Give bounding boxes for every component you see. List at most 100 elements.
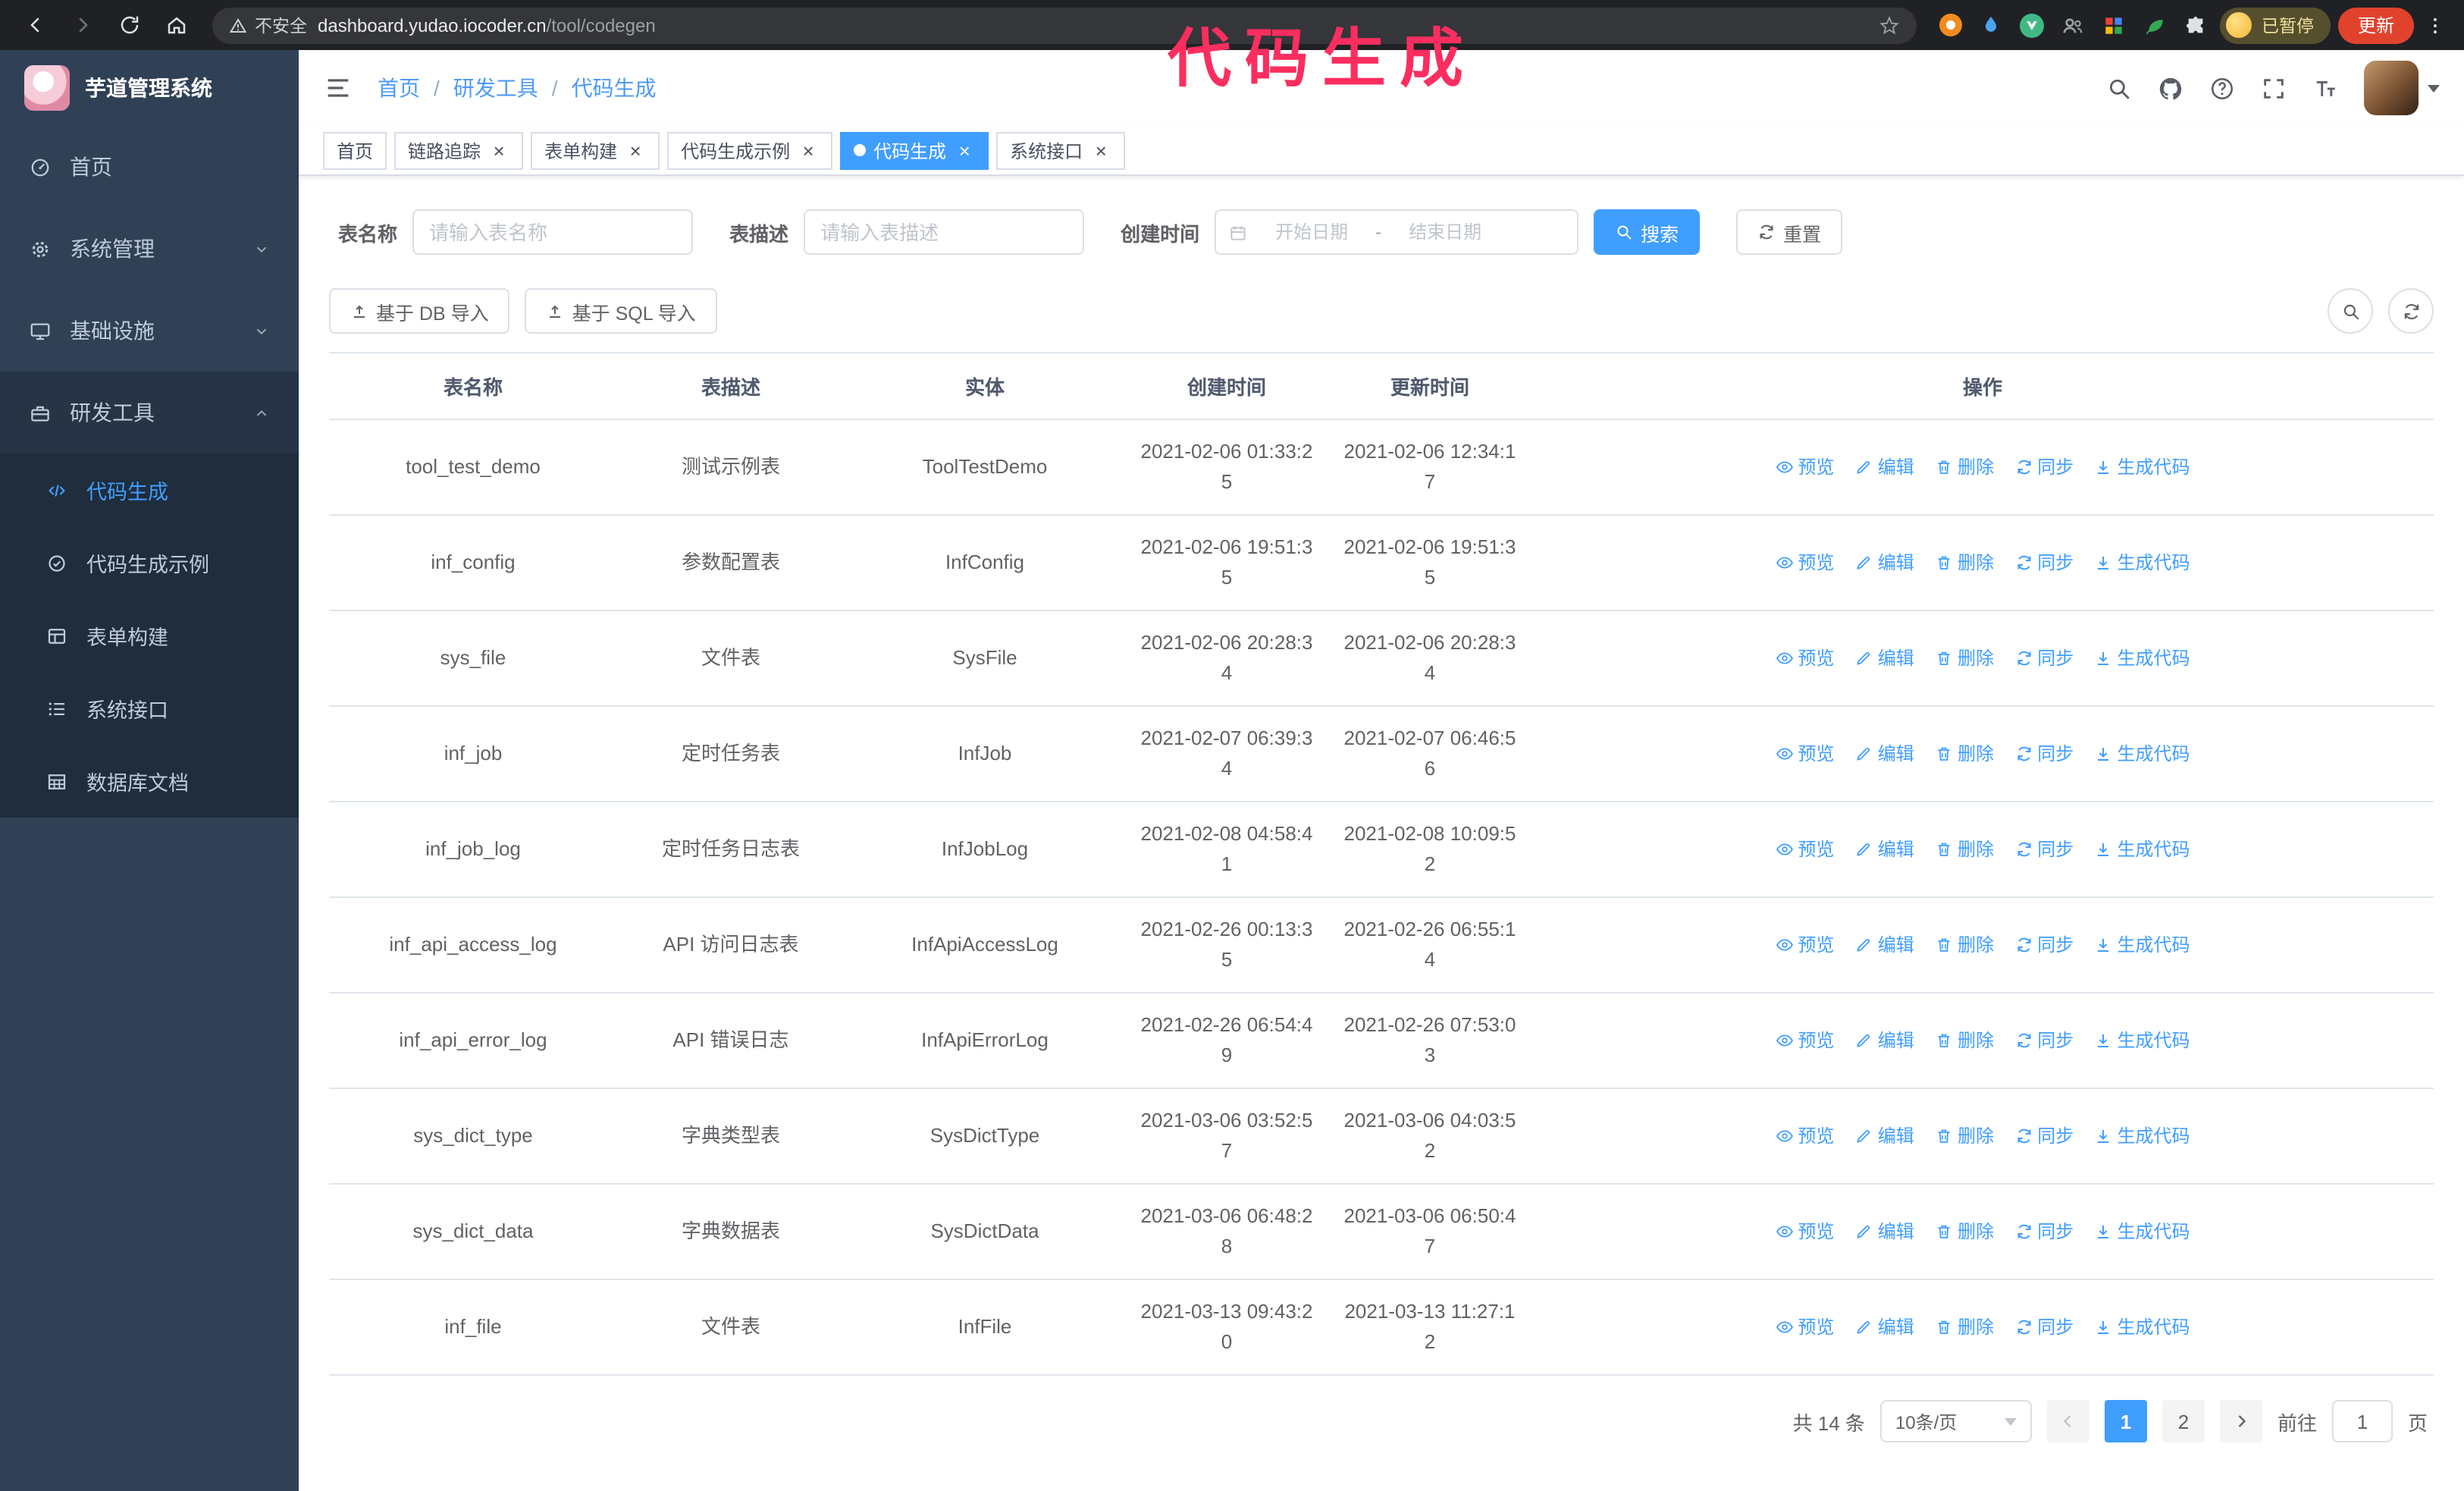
tag-item[interactable]: 代码生成示例 × (667, 131, 833, 169)
sidebar-item-system-management[interactable]: 系统管理 (0, 208, 299, 290)
browser-home-button[interactable] (156, 5, 196, 45)
profile-paused-badge[interactable]: 已暂停 (2220, 7, 2331, 43)
edit-link[interactable]: 编辑 (1855, 741, 1914, 767)
table-row[interactable]: inf_api_error_log API 错误日志 InfApiErrorLo… (329, 993, 2434, 1089)
generate-code-link[interactable]: 生成代码 (2095, 454, 2190, 480)
bookmark-star-icon[interactable] (1879, 14, 1901, 36)
sync-link[interactable]: 同步 (2014, 1028, 2074, 1053)
prev-page-button[interactable] (2046, 1400, 2089, 1442)
table-row[interactable]: inf_api_access_log API 访问日志表 InfApiAcces… (329, 897, 2434, 993)
browser-forward-button[interactable] (62, 5, 102, 45)
import-sql-button[interactable]: 基于 SQL 导入 (525, 288, 717, 334)
sidebar-item-dev-tools[interactable]: 研发工具 (0, 372, 299, 454)
delete-link[interactable]: 删除 (1935, 1123, 1994, 1149)
table-name-input[interactable] (412, 209, 694, 255)
sync-link[interactable]: 同步 (2014, 1314, 2074, 1340)
sidebar-item-system-api[interactable]: 系统接口 (0, 672, 299, 745)
edit-link[interactable]: 编辑 (1855, 932, 1914, 958)
start-date-input[interactable] (1254, 221, 1370, 243)
table-row[interactable]: sys_file 文件表 SysFile 2021-02-06 20:28:34… (329, 611, 2434, 707)
table-row[interactable]: tool_test_demo 测试示例表 ToolTestDemo 2021-0… (329, 419, 2434, 516)
fullscreen-icon[interactable] (2261, 75, 2287, 101)
sidebar-item-db-doc[interactable]: 数据库文档 (0, 745, 299, 818)
edit-link[interactable]: 编辑 (1855, 550, 1914, 576)
next-page-button[interactable] (2219, 1400, 2262, 1442)
delete-link[interactable]: 删除 (1935, 1028, 1994, 1053)
preview-link[interactable]: 预览 (1775, 741, 1834, 767)
sync-link[interactable]: 同步 (2014, 932, 2074, 958)
edit-link[interactable]: 编辑 (1855, 1123, 1914, 1149)
edit-link[interactable]: 编辑 (1855, 645, 1914, 671)
tag-item[interactable]: 链路追踪 × (394, 131, 524, 169)
page-size-select[interactable]: 10条/页 (1879, 1400, 2032, 1442)
delete-link[interactable]: 删除 (1935, 550, 1994, 576)
breadcrumb-home[interactable]: 首页 (378, 73, 420, 103)
github-icon[interactable] (2158, 75, 2183, 101)
table-row[interactable]: inf_config 参数配置表 InfConfig 2021-02-06 19… (329, 515, 2434, 611)
sidebar-item-home[interactable]: 首页 (0, 126, 299, 208)
sidebar-item-form-builder[interactable]: 表单构建 (0, 599, 299, 672)
tag-item-active[interactable]: 代码生成 × (840, 131, 989, 169)
delete-link[interactable]: 删除 (1935, 1219, 1994, 1245)
tag-item[interactable]: 表单构建 × (531, 131, 660, 169)
search-icon[interactable] (2106, 75, 2132, 101)
extension-icon-leaf[interactable] (2139, 8, 2172, 42)
extension-icon-vue[interactable] (2016, 8, 2049, 42)
table-row[interactable]: inf_job 定时任务表 InfJob 2021-02-07 06:39:34… (329, 706, 2434, 802)
table-row[interactable]: sys_dict_type 字典类型表 SysDictType 2021-03-… (329, 1088, 2434, 1185)
preview-link[interactable]: 预览 (1775, 645, 1834, 671)
edit-link[interactable]: 编辑 (1855, 837, 1914, 862)
browser-back-button[interactable] (15, 5, 55, 45)
font-size-icon[interactable] (2312, 75, 2338, 101)
tag-close-icon[interactable]: × (488, 140, 509, 161)
generate-code-link[interactable]: 生成代码 (2095, 1028, 2190, 1053)
table-row[interactable]: inf_file 文件表 InfFile 2021-03-13 09:43:20… (329, 1279, 2434, 1376)
end-date-input[interactable] (1387, 221, 1503, 243)
app-logo[interactable]: 芋道管理系统 (0, 50, 299, 126)
generate-code-link[interactable]: 生成代码 (2095, 550, 2190, 576)
delete-link[interactable]: 删除 (1935, 1314, 1994, 1340)
security-warning[interactable]: 不安全 (229, 13, 307, 37)
preview-link[interactable]: 预览 (1775, 550, 1834, 576)
delete-link[interactable]: 删除 (1935, 454, 1994, 480)
browser-reload-button[interactable] (109, 5, 149, 45)
delete-link[interactable]: 删除 (1935, 645, 1994, 671)
tag-item[interactable]: 系统接口 × (996, 131, 1126, 169)
goto-page-input[interactable] (2331, 1400, 2393, 1442)
edit-link[interactable]: 编辑 (1855, 1028, 1914, 1053)
generate-code-link[interactable]: 生成代码 (2095, 1314, 2190, 1340)
generate-code-link[interactable]: 生成代码 (2095, 1219, 2190, 1245)
reset-button[interactable]: 重置 (1736, 209, 1843, 255)
preview-link[interactable]: 预览 (1775, 1123, 1834, 1149)
delete-link[interactable]: 删除 (1935, 932, 1994, 958)
sidebar-item-codegen-example[interactable]: 代码生成示例 (0, 526, 299, 599)
extension-icon-orange[interactable] (1934, 8, 1967, 42)
extension-icon-people[interactable] (2057, 8, 2090, 42)
extension-icon-drop[interactable] (1975, 8, 2008, 42)
delete-link[interactable]: 删除 (1935, 837, 1994, 862)
sync-link[interactable]: 同步 (2014, 550, 2074, 576)
hamburger-icon[interactable] (323, 73, 353, 103)
generate-code-link[interactable]: 生成代码 (2095, 645, 2190, 671)
search-button[interactable]: 搜索 (1594, 209, 1701, 255)
tag-item[interactable]: 首页 (323, 131, 387, 169)
table-row[interactable]: inf_job_log 定时任务日志表 InfJobLog 2021-02-08… (329, 802, 2434, 898)
preview-link[interactable]: 预览 (1775, 932, 1834, 958)
edit-link[interactable]: 编辑 (1855, 1219, 1914, 1245)
tag-close-icon[interactable]: × (1090, 140, 1111, 161)
tag-close-icon[interactable]: × (625, 140, 646, 161)
table-desc-input[interactable] (804, 209, 1085, 255)
generate-code-link[interactable]: 生成代码 (2095, 1123, 2190, 1149)
browser-update-button[interactable]: 更新 (2337, 7, 2414, 43)
page-button-2[interactable]: 2 (2161, 1400, 2205, 1442)
page-button-1[interactable]: 1 (2104, 1400, 2147, 1442)
sync-link[interactable]: 同步 (2014, 837, 2074, 862)
toggle-search-button[interactable] (2328, 288, 2373, 334)
import-db-button[interactable]: 基于 DB 导入 (329, 288, 510, 334)
generate-code-link[interactable]: 生成代码 (2095, 837, 2190, 862)
sync-link[interactable]: 同步 (2014, 454, 2074, 480)
help-icon[interactable] (2209, 75, 2235, 101)
generate-code-link[interactable]: 生成代码 (2095, 741, 2190, 767)
extension-icon-grid[interactable] (2098, 8, 2131, 42)
sync-link[interactable]: 同步 (2014, 645, 2074, 671)
